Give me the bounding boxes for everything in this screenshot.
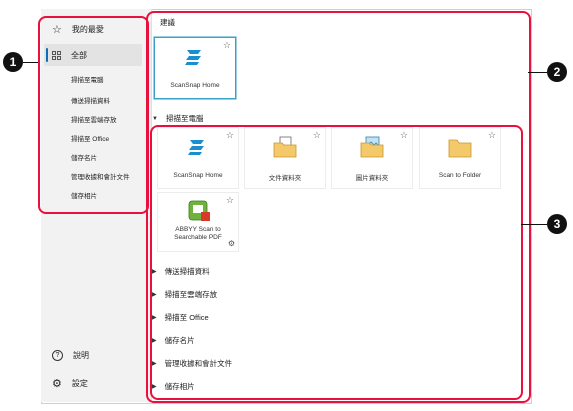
sidebar-item-scan-to-cloud[interactable]: 掃描至雲端存放 (71, 114, 117, 124)
callout-2-line (528, 72, 547, 73)
favorite-star-icon[interactable]: ☆ (226, 130, 234, 141)
gear-icon: ⚙ (52, 378, 62, 390)
sidebar-item-label: 全部 (71, 51, 87, 60)
favorite-star-icon[interactable]: ☆ (226, 195, 234, 206)
tile-label: Scan to Folder (438, 172, 482, 179)
tile-label: ScanSnap Home (170, 82, 220, 89)
group-header-scan-to-cloud[interactable]: ▶ 掃描至雲端存放 (152, 289, 217, 300)
sidebar-item-business-cards[interactable]: 儲存名片 (71, 152, 97, 162)
sidebar-item-receipts[interactable]: 管理收據和會計文件 (71, 171, 130, 181)
picture-folder-icon (360, 136, 384, 160)
folder-icon (448, 138, 472, 160)
group-header-photos[interactable]: ▶ 儲存相片 (152, 381, 195, 392)
sidebar-item-all[interactable]: 全部 (52, 50, 87, 61)
triangle-right-icon: ▶ (152, 315, 157, 321)
group-label: 掃描至雲端存放 (164, 290, 218, 299)
sidebar-item-help[interactable]: ? 說明 (52, 350, 89, 361)
callout-1-line (23, 62, 38, 63)
selection-indicator (46, 48, 48, 62)
sidebar-item-settings[interactable]: ⚙ 設定 (52, 377, 88, 390)
tile-label: ScanSnap Home (173, 172, 223, 179)
sidebar-item-send-scan-data[interactable]: 傳送掃描資料 (71, 95, 110, 105)
tile-scan-to-folder[interactable]: ☆ Scan to Folder (420, 128, 500, 188)
help-icon: ? (52, 350, 63, 361)
star-icon: ☆ (52, 24, 62, 36)
abbyy-icon (186, 199, 212, 225)
tile-label-line1: ABBYY Scan to (175, 226, 221, 233)
group-label: 管理收據和會計文件 (164, 359, 233, 368)
triangle-right-icon: ▶ (152, 269, 157, 275)
grid-icon (52, 51, 61, 60)
suggestion-tile-scansnap-home[interactable]: ☆ ScanSnap Home (155, 38, 235, 98)
favorite-star-icon[interactable]: ☆ (223, 40, 231, 51)
tile-label-line2: Searchable PDF (174, 234, 222, 241)
sidebar-item-label: 說明 (73, 351, 89, 360)
triangle-right-icon: ▶ (152, 361, 157, 367)
sidebar-item-scan-to-office[interactable]: 掃描至 Office (71, 133, 109, 143)
tile-label: ABBYY Scan to Searchable PDF (158, 226, 238, 242)
group-header-business-cards[interactable]: ▶ 儲存名片 (152, 335, 195, 346)
callout-3-line (521, 224, 547, 225)
sidebar-item-favorites[interactable]: ☆ 我的最愛 (52, 23, 104, 36)
favorite-star-icon[interactable]: ☆ (400, 130, 408, 141)
callout-3: 3 (547, 214, 567, 234)
tile-label: 文件資料夾 (268, 175, 302, 182)
tile-abbyy-scan-to-pdf[interactable]: ☆ ABBYY Scan to Searchable PDF ⚙ (158, 193, 238, 251)
scansnap-icon (185, 48, 205, 66)
favorite-star-icon[interactable]: ☆ (488, 130, 496, 141)
sidebar (41, 9, 152, 402)
group-label: 儲存相片 (164, 382, 195, 391)
sidebar-item-scan-to-pc[interactable]: 掃描至電腦 (71, 74, 104, 84)
triangle-down-icon: ▼ (152, 115, 158, 122)
gear-icon[interactable]: ⚙ (228, 239, 235, 248)
group-label: 掃描至電腦 (165, 114, 204, 123)
scansnap-icon (188, 138, 208, 156)
sidebar-item-label: 我的最愛 (71, 25, 104, 34)
tile-scansnap-home[interactable]: ☆ ScanSnap Home (158, 128, 238, 188)
group-label: 掃描至 Office (164, 313, 209, 322)
callout-2: 2 (547, 62, 567, 82)
document-folder-icon (273, 136, 297, 160)
sidebar-item-photos[interactable]: 儲存相片 (71, 190, 97, 200)
tile-label: 圖片資料夾 (355, 175, 389, 182)
group-label: 儲存名片 (164, 336, 195, 345)
favorite-star-icon[interactable]: ☆ (313, 130, 321, 141)
group-header-scan-to-pc[interactable]: ▼ 掃描至電腦 (152, 113, 203, 124)
sidebar-item-label: 設定 (71, 379, 88, 388)
group-header-receipts[interactable]: ▶ 管理收據和會計文件 (152, 358, 232, 369)
callout-1: 1 (3, 52, 23, 72)
tile-picture-folder[interactable]: ☆ 圖片資料夾 (332, 128, 412, 188)
suggestions-title: 建議 (160, 18, 175, 27)
group-label: 傳送掃描資料 (164, 267, 210, 276)
group-header-scan-to-office[interactable]: ▶ 掃描至 Office (152, 312, 209, 323)
triangle-right-icon: ▶ (152, 338, 157, 344)
tile-document-folder[interactable]: ☆ 文件資料夾 (245, 128, 325, 188)
triangle-right-icon: ▶ (152, 384, 157, 390)
triangle-right-icon: ▶ (152, 292, 157, 298)
group-header-send-scan-data[interactable]: ▶ 傳送掃描資料 (152, 266, 210, 277)
